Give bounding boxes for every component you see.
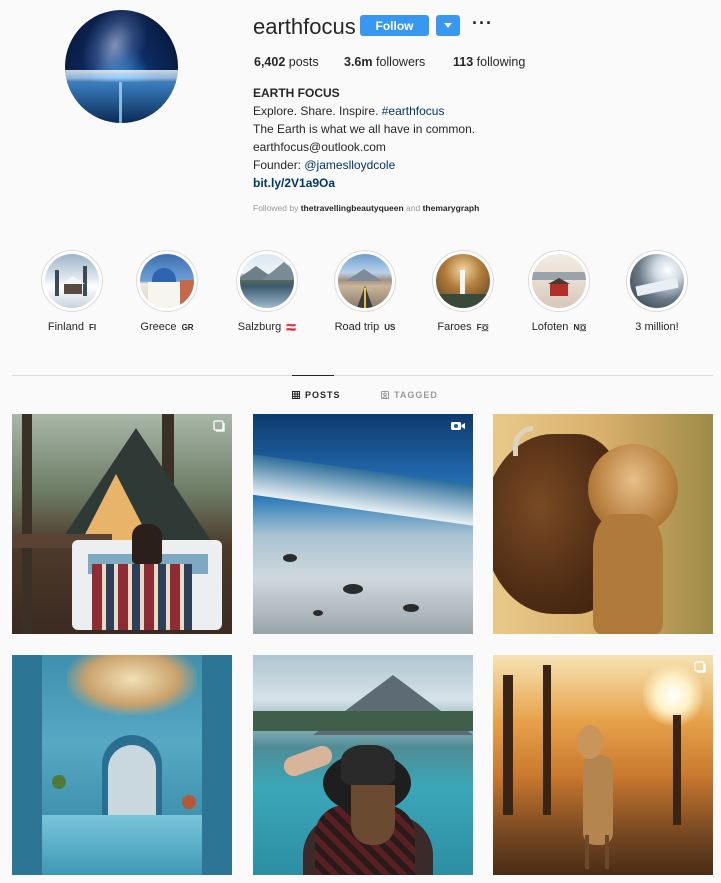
post-bison-calf[interactable] (493, 414, 713, 634)
bio-line-email: earthfocus@outlook.com (253, 140, 386, 154)
highlight-label: Faroes F🇴 (437, 321, 489, 333)
highlight-label: Greece GR (140, 321, 194, 333)
tab-posts[interactable]: POSTS (292, 390, 341, 400)
highlight-greece[interactable]: Greece GR (132, 250, 202, 333)
followed-by-user-2[interactable]: themarygraph (423, 203, 480, 213)
santorini-church-icon (140, 254, 194, 308)
active-tab-indicator (292, 375, 334, 376)
highlight-3-million[interactable]: 3 million! (622, 250, 692, 333)
bio-line-tagline: Explore. Share. Inspire. #earthfocus (253, 104, 445, 118)
highlight-label: Lofoten N🇴 (531, 321, 587, 333)
waterfall-cliff-icon (436, 254, 490, 308)
highlight-label: Finland FI (47, 321, 97, 333)
bio-line-founder: Founder: @jameslloydcole (253, 158, 396, 172)
following-count[interactable]: 113 following (453, 55, 525, 69)
tab-tagged[interactable]: TAGGED (381, 390, 438, 400)
tabs-divider (12, 375, 713, 376)
profile-username: earthfocus (253, 14, 356, 39)
hashtag-link[interactable]: #earthfocus (382, 104, 445, 118)
post-a-frame-cabin[interactable] (12, 414, 232, 634)
more-options-button[interactable]: ··· (472, 13, 493, 34)
suggestions-dropdown-button[interactable] (436, 15, 460, 36)
followed-by-user-1[interactable]: thetravellingbeautyqueen (301, 203, 404, 213)
red-cabin-icon (532, 254, 586, 308)
followed-by-text: Followed by thetravellingbeautyqueen and… (253, 203, 480, 213)
carousel-icon (213, 420, 225, 432)
posts-count: 6,402 posts (254, 55, 319, 69)
highlight-road-trip[interactable]: Road trip US (330, 250, 400, 333)
founder-mention-link[interactable]: @jameslloydcole (304, 158, 395, 172)
highlight-salzburg[interactable]: Salzburg 🇦🇹 (232, 250, 302, 333)
highlight-label: Salzburg 🇦🇹 (237, 321, 297, 333)
profile-avatar[interactable] (65, 10, 178, 123)
highlight-finland[interactable]: Finland FI (37, 250, 107, 333)
highlight-faroes[interactable]: Faroes F🇴 (428, 250, 498, 333)
bio-website-link[interactable]: bit.ly/2V1a9Oa (253, 176, 335, 190)
highlight-lofoten[interactable]: Lofoten N🇴 (524, 250, 594, 333)
follow-button[interactable]: Follow (360, 15, 429, 36)
grid-icon (292, 391, 300, 399)
post-deer-autumn[interactable] (493, 655, 713, 875)
post-ocean-wave[interactable] (253, 414, 473, 634)
profile-full-name: EARTH FOCUS (253, 86, 340, 100)
followers-count[interactable]: 3.6m followers (344, 55, 425, 69)
mountain-lake-icon (240, 254, 294, 308)
video-icon (451, 422, 465, 430)
tag-person-icon (381, 391, 389, 399)
post-blue-alley[interactable] (12, 655, 232, 875)
carousel-icon (694, 661, 706, 673)
post-woman-hat-lake[interactable] (253, 655, 473, 875)
desert-road-icon (338, 254, 392, 308)
glacier-icon (630, 254, 684, 308)
bio-line-mission: The Earth is what we all have in common. (253, 122, 476, 136)
highlight-label: Road trip US (334, 321, 396, 333)
highlight-label: 3 million! (635, 321, 679, 333)
winter-cabin-icon (45, 254, 99, 308)
chevron-down-icon (444, 23, 452, 28)
